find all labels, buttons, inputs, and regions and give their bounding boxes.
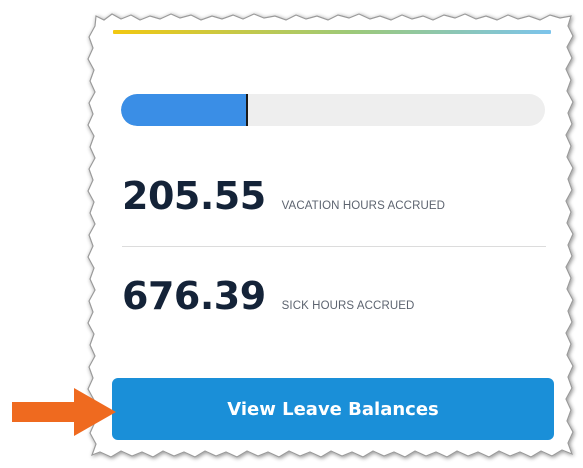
accent-gradient-bar	[113, 30, 551, 34]
vacation-hours-label: VACATION HOURS ACCRUED	[281, 200, 446, 212]
sick-hours-value: 676.39	[122, 274, 266, 318]
orange-arrow-right-icon	[12, 388, 116, 436]
arrow-shape	[12, 388, 116, 436]
screenshot-stage: 205.55 VACATION HOURS ACCRUED 676.39 SIC…	[0, 0, 583, 468]
vacation-hours-stat: 205.55 VACATION HOURS ACCRUED	[122, 174, 445, 218]
leave-progress-bar	[121, 94, 545, 126]
sick-hours-label: SICK HOURS ACCRUED	[281, 300, 415, 312]
stat-divider	[122, 246, 546, 247]
view-leave-balances-button[interactable]: View Leave Balances	[112, 378, 554, 440]
sick-hours-stat: 676.39 SICK HOURS ACCRUED	[122, 274, 414, 318]
leave-progress-fill	[121, 94, 249, 126]
leave-balance-card: 205.55 VACATION HOURS ACCRUED 676.39 SIC…	[96, 22, 566, 452]
vacation-hours-value: 205.55	[122, 174, 266, 218]
